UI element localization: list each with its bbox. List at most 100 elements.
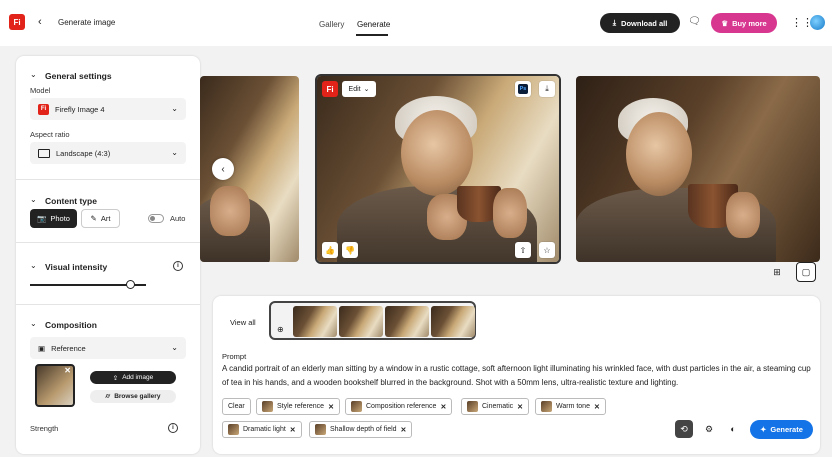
download-all-button[interactable]: ⤓ Download all (600, 13, 680, 33)
history-add-icon[interactable]: ⊕ (277, 325, 284, 334)
history-thumb-2[interactable] (339, 306, 383, 337)
tab-generate[interactable]: Generate (357, 20, 390, 29)
content-art-button[interactable]: ✎ Art (81, 209, 120, 228)
close-icon[interactable]: ✕ (290, 426, 296, 434)
clear-label: Clear (228, 403, 245, 410)
aspect-ratio-label: Aspect ratio (30, 130, 70, 139)
tab-gallery[interactable]: Gallery (319, 20, 344, 29)
selected-image-card[interactable]: Fi Edit ⌄ Ps ⤓ 👍 👎 ⇧ ☆ (315, 74, 561, 264)
firefly-model-icon: Fi (38, 103, 49, 115)
photo-label: Photo (50, 214, 70, 223)
buy-more-label: Buy more (732, 18, 767, 28)
settings-panel: ⌄ General settings Model Fi Firefly Imag… (16, 56, 200, 454)
clear-button[interactable]: Clear (222, 398, 251, 415)
general-settings-heading[interactable]: General settings (45, 71, 112, 81)
image-photo (576, 76, 820, 262)
favorite-star-icon[interactable]: ☆ (539, 242, 555, 258)
reference-thumbnail[interactable]: ✕ (35, 364, 75, 407)
page-title: Generate image (58, 18, 116, 27)
chip-label: Style reference (277, 403, 325, 410)
history-thumb-3[interactable] (385, 306, 429, 337)
history-icon[interactable]: ⟲ (675, 420, 693, 438)
history-strip[interactable]: ⊕ (269, 301, 476, 340)
visual-intensity-handle[interactable] (125, 280, 135, 289)
close-icon[interactable]: ✕ (328, 403, 334, 411)
chip-label: Shallow depth of field (330, 426, 397, 433)
binoculars-icon: ⌭ (105, 392, 111, 400)
warm-tone-thumb (541, 401, 552, 412)
single-view-icon[interactable]: ▢ (796, 262, 816, 282)
crown-icon: ♛ (721, 18, 729, 28)
composition-heading[interactable]: Composition (45, 320, 97, 330)
chevron-left-icon[interactable]: ‹ (38, 16, 42, 28)
visual-intensity-heading[interactable]: Visual intensity (45, 262, 107, 272)
edit-button[interactable]: Edit ⌄ (342, 81, 376, 97)
close-icon[interactable]: ✕ (517, 403, 523, 411)
feedback-icon[interactable]: 🗨 (688, 16, 701, 27)
thumb-photo (293, 306, 337, 337)
chevron-down-icon[interactable]: ⌄ (30, 70, 37, 79)
previous-image-button[interactable]: ‹ (212, 158, 234, 180)
generated-image-3[interactable] (576, 76, 820, 262)
chevron-down-icon[interactable]: ⌄ (30, 195, 37, 204)
dramatic-light-thumb (228, 424, 239, 435)
camera-icon: 📷 (37, 214, 47, 223)
browse-gallery-button[interactable]: ⌭ Browse gallery (90, 390, 176, 403)
add-image-button[interactable]: ⇪ Add image (90, 371, 176, 384)
thumbs-up-icon[interactable]: 👍 (322, 242, 338, 258)
download-icon[interactable]: ⤓ (539, 81, 555, 97)
info-icon[interactable]: i (168, 423, 178, 433)
firefly-logo[interactable]: Fi (9, 14, 25, 30)
chip-shallow-depth-of-field[interactable]: Shallow depth of field ✕ (309, 421, 413, 438)
chevron-down-icon: ⌄ (171, 104, 178, 113)
close-icon[interactable]: ✕ (440, 403, 446, 411)
history-thumb-4[interactable] (431, 306, 475, 337)
browse-gallery-label: Browse gallery (114, 393, 161, 400)
settings-sliders-icon[interactable]: ⚙ (700, 420, 718, 438)
camera-angle-icon[interactable]: ◐ (724, 420, 742, 438)
generate-button[interactable]: ✦ Generate (750, 420, 813, 439)
aspect-ratio-value: Landscape (4:3) (56, 148, 111, 158)
info-icon[interactable]: i (173, 261, 183, 271)
chip-style-reference[interactable]: Style reference ✕ (256, 398, 340, 415)
open-in-photoshop-button[interactable]: Ps (515, 81, 531, 97)
generate-sparkle-icon: ✦ (760, 425, 767, 434)
chip-label: Dramatic light (243, 426, 286, 433)
photo-detail (626, 112, 692, 196)
thumb-photo (385, 306, 429, 337)
content-photo-button[interactable]: 📷 Photo (30, 209, 77, 228)
reference-label: Reference (51, 343, 86, 353)
buy-more-button[interactable]: ♛ Buy more (711, 13, 777, 33)
close-icon[interactable]: ✕ (594, 403, 600, 411)
divider (16, 242, 200, 243)
chevron-down-icon[interactable]: ⌄ (30, 319, 37, 328)
close-icon[interactable]: ✕ (64, 366, 71, 375)
prompt-panel: View all ⊕ Prompt A candid portrait of a… (213, 296, 820, 454)
chip-label: Cinematic (482, 403, 514, 410)
photo-detail (493, 188, 527, 238)
style-reference-thumb (262, 401, 273, 412)
photo-detail (210, 186, 250, 236)
aspect-ratio-select[interactable]: Landscape (4:3) ⌄ (30, 142, 186, 164)
thumbs-down-icon[interactable]: 👎 (342, 242, 358, 258)
chevron-down-icon: ⌄ (171, 148, 178, 157)
avatar[interactable] (810, 15, 825, 30)
prompt-input[interactable]: A candid portrait of an elderly man sitt… (222, 362, 812, 390)
photo-detail (401, 110, 473, 196)
model-select[interactable]: Fi Firefly Image 4 ⌄ (30, 98, 186, 120)
auto-toggle[interactable] (148, 214, 164, 223)
history-thumb-1[interactable] (293, 306, 337, 337)
edit-label: Edit (348, 85, 361, 93)
chip-warm-tone[interactable]: Warm tone ✕ (535, 398, 606, 415)
chip-cinematic[interactable]: Cinematic ✕ (461, 398, 529, 415)
grid-view-icon[interactable]: ⊞ (767, 262, 787, 282)
close-icon[interactable]: ✕ (401, 426, 407, 434)
model-value: Firefly Image 4 (55, 104, 105, 114)
share-icon[interactable]: ⇧ (515, 242, 531, 258)
reference-select[interactable]: ▣ Reference ⌄ (30, 337, 186, 359)
chip-composition-reference[interactable]: Composition reference ✕ (345, 398, 453, 415)
chevron-down-icon[interactable]: ⌄ (30, 261, 37, 270)
view-all-link[interactable]: View all (230, 318, 256, 327)
chip-dramatic-light[interactable]: Dramatic light ✕ (222, 421, 302, 438)
content-type-heading[interactable]: Content type (45, 196, 97, 206)
